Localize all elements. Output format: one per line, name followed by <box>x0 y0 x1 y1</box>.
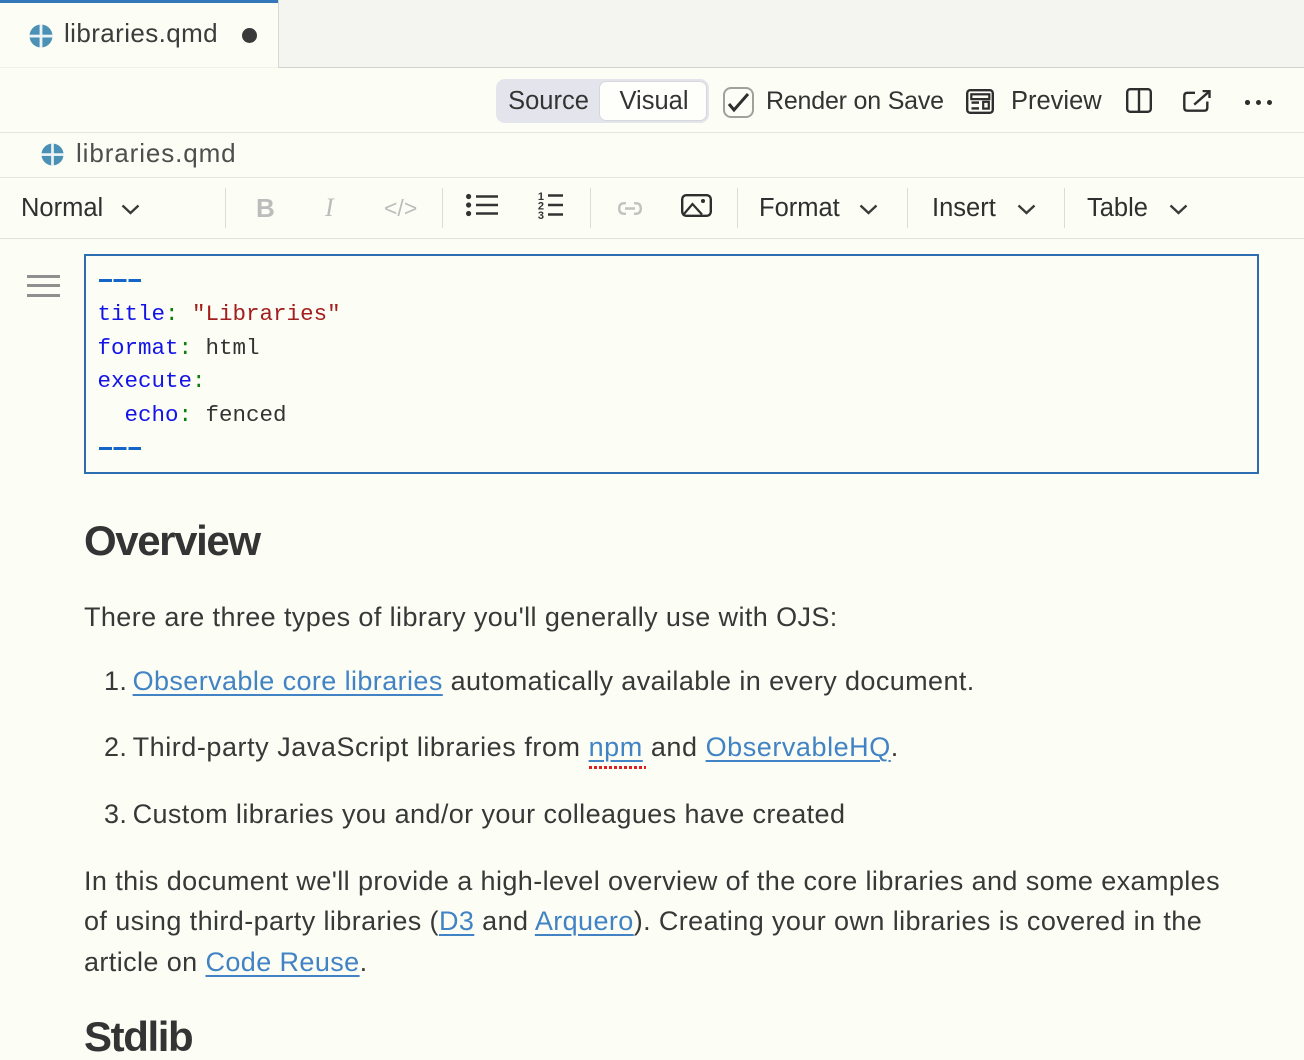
svg-text:3: 3 <box>538 210 544 219</box>
